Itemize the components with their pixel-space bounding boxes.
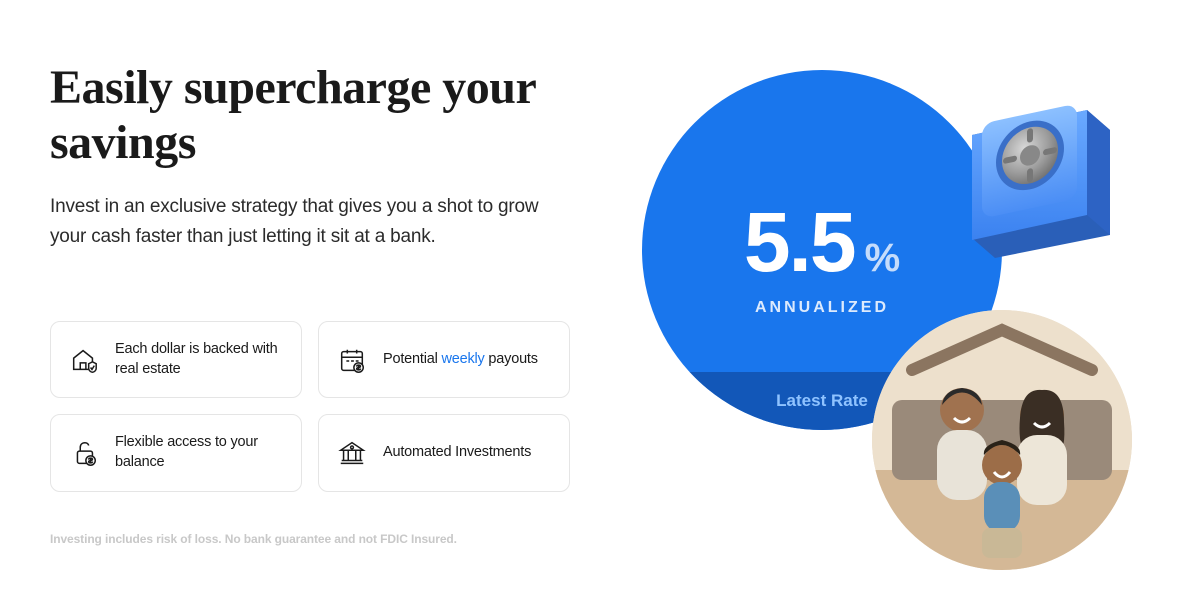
feature-text: Potential weekly payouts (383, 350, 538, 370)
house-shield-icon (67, 343, 101, 377)
subtext: Invest in an exclusive strategy that giv… (50, 192, 570, 251)
rate-band-text: Latest Rate (776, 391, 868, 411)
rate-value: 5.5 (744, 194, 855, 291)
feature-card-flexible-access: Flexible access to your balance (50, 414, 302, 491)
feature-text: Flexible access to your balance (115, 433, 285, 472)
feature-text: Each dollar is backed with real estate (115, 340, 285, 379)
feature-card-automated: Automated Investments (318, 414, 570, 491)
unlock-dollar-icon (67, 436, 101, 470)
rate-percent: % (865, 236, 901, 281)
headline: Easily supercharge your savings (50, 60, 570, 170)
safe-icon (952, 90, 1122, 260)
features-grid: Each dollar is backed with real estate P… (50, 321, 570, 491)
rate-label: ANNUALIZED (755, 299, 889, 317)
hero-graphic: 5.5 % ANNUALIZED Latest Rate (592, 70, 1152, 570)
disclaimer: Investing includes risk of loss. No bank… (50, 532, 570, 546)
feature-card-real-estate: Each dollar is backed with real estate (50, 321, 302, 398)
bank-icon (335, 436, 369, 470)
feature-text: Automated Investments (383, 443, 531, 463)
feature-card-weekly-payouts: Potential weekly payouts (318, 321, 570, 398)
family-photo (872, 310, 1132, 570)
calendar-dollar-icon (335, 343, 369, 377)
